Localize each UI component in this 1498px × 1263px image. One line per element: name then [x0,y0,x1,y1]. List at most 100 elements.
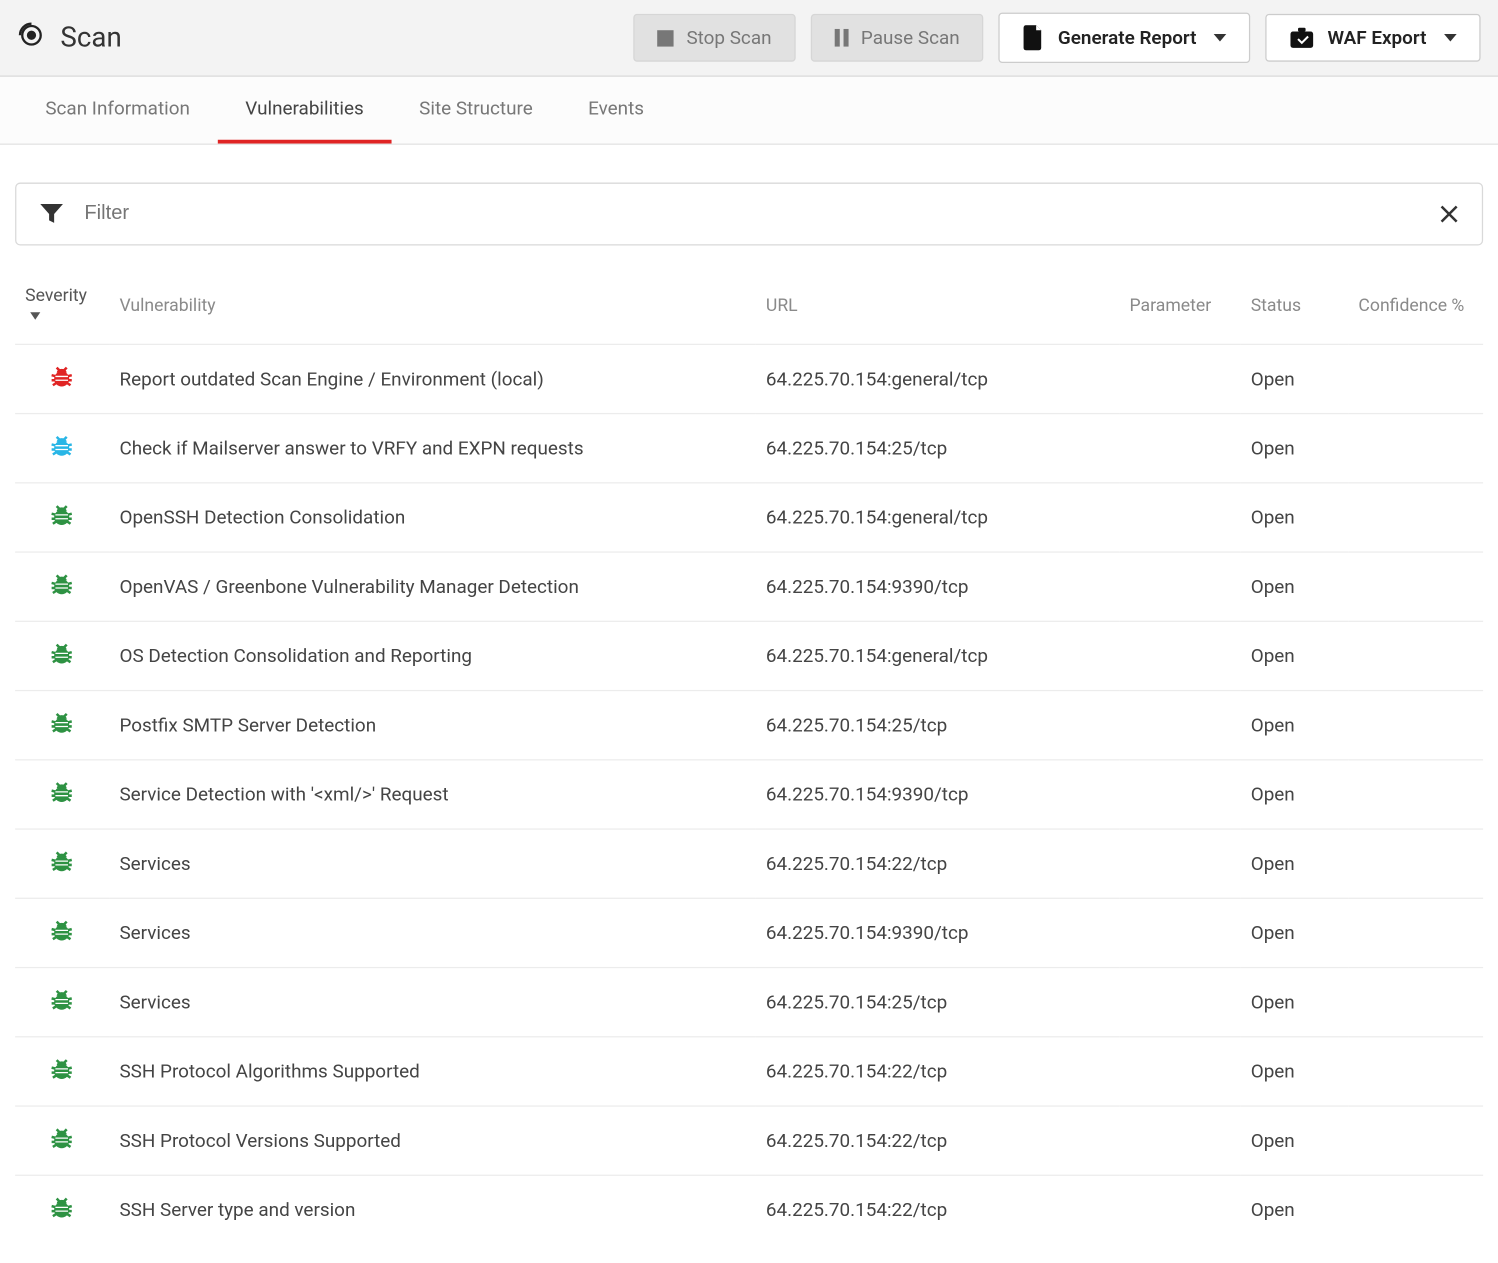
bug-icon [50,919,75,942]
table-row[interactable]: OpenVAS / Greenbone Vulnerability Manage… [15,552,1483,621]
vulnerability-cell: SSH Protocol Versions Supported [109,1106,755,1175]
generate-report-button[interactable]: Generate Report [999,13,1251,63]
url-cell: 64.225.70.154:22/tcp [756,1037,1120,1106]
severity-cell [15,483,109,552]
url-cell: 64.225.70.154:general/tcp [756,621,1120,690]
table-row[interactable]: SSH Protocol Algorithms Supported64.225.… [15,1037,1483,1106]
severity-cell [15,968,109,1037]
waf-export-button[interactable]: WAF Export [1266,14,1481,62]
filter-icon [39,201,64,226]
tab-vulnerabilities[interactable]: Vulnerabilities [218,77,392,144]
col-severity[interactable]: Severity [15,273,109,344]
severity-cell [15,1106,109,1175]
pause-scan-label: Pause Scan [861,26,960,49]
parameter-cell [1119,691,1240,760]
vulnerabilities-table: Severity Vulnerability URL Parameter Sta… [15,273,1483,1244]
table-row[interactable]: SSH Server type and version64.225.70.154… [15,1175,1483,1244]
parameter-cell [1119,552,1240,621]
chevron-down-icon [1214,34,1227,42]
vulnerability-cell: Postfix SMTP Server Detection [109,691,755,760]
table-row[interactable]: OpenSSH Detection Consolidation64.225.70… [15,483,1483,552]
vulnerability-cell: OpenVAS / Greenbone Vulnerability Manage… [109,552,755,621]
severity-cell [15,1175,109,1244]
url-cell: 64.225.70.154:22/tcp [756,1106,1120,1175]
col-status[interactable]: Status [1241,273,1349,344]
col-confidence[interactable]: Confidence % [1348,273,1483,344]
tab-site-structure[interactable]: Site Structure [391,77,560,144]
url-cell: 64.225.70.154:9390/tcp [756,552,1120,621]
confidence-cell [1348,344,1483,413]
table-row[interactable]: Services64.225.70.154:9390/tcpOpen [15,898,1483,967]
confidence-cell [1348,898,1483,967]
url-cell: 64.225.70.154:9390/tcp [756,760,1120,829]
table-row[interactable]: Services64.225.70.154:22/tcpOpen [15,829,1483,898]
filter-input[interactable] [84,203,1439,226]
parameter-cell [1119,829,1240,898]
table-row[interactable]: Postfix SMTP Server Detection64.225.70.1… [15,691,1483,760]
confidence-cell [1348,968,1483,1037]
vulnerability-cell: SSH Protocol Algorithms Supported [109,1037,755,1106]
url-cell: 64.225.70.154:general/tcp [756,483,1120,552]
confidence-cell [1348,414,1483,483]
severity-cell [15,552,109,621]
url-cell: 64.225.70.154:22/tcp [756,1175,1120,1244]
confidence-cell [1348,621,1483,690]
bug-icon [50,711,75,734]
severity-cell [15,621,109,690]
severity-cell [15,829,109,898]
parameter-cell [1119,968,1240,1037]
filter-bar [15,183,1483,246]
status-cell: Open [1241,760,1349,829]
content: Severity Vulnerability URL Parameter Sta… [0,145,1498,1244]
table-row[interactable]: Services64.225.70.154:25/tcpOpen [15,968,1483,1037]
table-row[interactable]: Report outdated Scan Engine / Environmen… [15,344,1483,413]
tab-events[interactable]: Events [560,77,671,144]
vulnerability-cell: Report outdated Scan Engine / Environmen… [109,344,755,413]
parameter-cell [1119,621,1240,690]
col-parameter[interactable]: Parameter [1119,273,1240,344]
tabs: Scan Information Vulnerabilities Site St… [0,77,1498,145]
status-cell: Open [1241,344,1349,413]
severity-cell [15,414,109,483]
url-cell: 64.225.70.154:9390/tcp [756,898,1120,967]
stop-scan-button[interactable]: Stop Scan [634,14,796,62]
url-cell: 64.225.70.154:25/tcp [756,691,1120,760]
pause-scan-button[interactable]: Pause Scan [811,14,984,62]
table-row[interactable]: Service Detection with '<xml/>' Request6… [15,760,1483,829]
parameter-cell [1119,414,1240,483]
bug-icon [50,1058,75,1081]
bug-icon [50,1127,75,1150]
vulnerability-cell: SSH Server type and version [109,1175,755,1244]
bug-icon [50,988,75,1011]
table-row[interactable]: Check if Mailserver answer to VRFY and E… [15,414,1483,483]
severity-cell [15,1037,109,1106]
parameter-cell [1119,344,1240,413]
close-icon[interactable] [1439,204,1459,224]
status-cell: Open [1241,1175,1349,1244]
vulnerability-cell: Services [109,898,755,967]
page-title: Scan [60,22,121,53]
confidence-cell [1348,1175,1483,1244]
status-cell: Open [1241,829,1349,898]
document-icon [1023,25,1046,50]
bug-icon [50,434,75,457]
bug-icon [50,781,75,804]
stop-icon [657,30,673,46]
table-row[interactable]: SSH Protocol Versions Supported64.225.70… [15,1106,1483,1175]
vulnerability-cell: Check if Mailserver answer to VRFY and E… [109,414,755,483]
severity-cell [15,691,109,760]
tab-scan-information[interactable]: Scan Information [18,77,218,144]
confidence-cell [1348,1037,1483,1106]
table-row[interactable]: OS Detection Consolidation and Reporting… [15,621,1483,690]
severity-cell [15,898,109,967]
header-actions: Stop Scan Pause Scan Generate Report WAF… [634,13,1481,63]
generate-report-label: Generate Report [1058,26,1197,49]
parameter-cell [1119,1037,1240,1106]
col-vulnerability[interactable]: Vulnerability [109,273,755,344]
bug-icon [50,365,75,388]
confidence-cell [1348,483,1483,552]
url-cell: 64.225.70.154:25/tcp [756,414,1120,483]
col-url[interactable]: URL [756,273,1120,344]
table-header-row: Severity Vulnerability URL Parameter Sta… [15,273,1483,344]
sort-desc-icon [30,313,40,321]
